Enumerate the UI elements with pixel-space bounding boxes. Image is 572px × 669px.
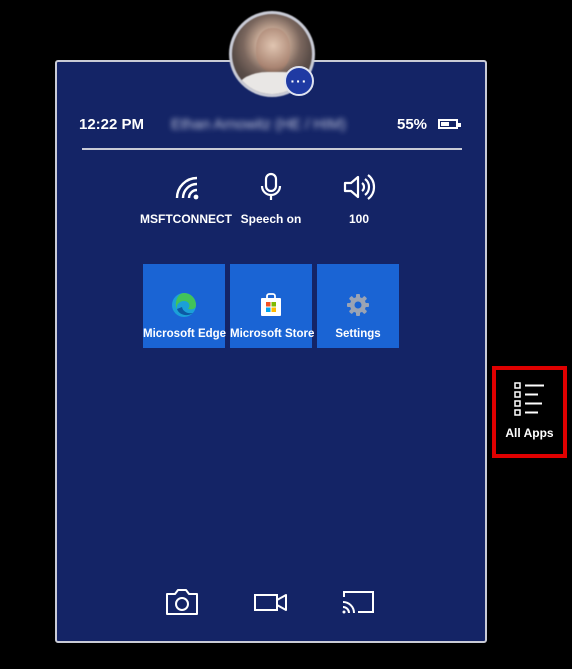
wifi-icon <box>175 176 199 200</box>
cast-button[interactable] <box>340 588 376 621</box>
camera-icon <box>166 589 198 615</box>
store-icon <box>261 293 281 316</box>
all-apps-label: All Apps <box>505 426 554 440</box>
camera-button[interactable] <box>165 588 199 621</box>
tile-settings-label: Settings <box>335 328 381 340</box>
microphone-icon <box>260 172 282 200</box>
tile-microsoft-store[interactable]: Microsoft Store <box>230 264 315 348</box>
status-bar: 12:22 PM Ethan Arnowitz (HE / HIM) 55% <box>79 116 464 136</box>
tile-microsoft-edge[interactable]: Microsoft Edge <box>143 264 227 348</box>
user-name: Ethan Arnowitz (HE / HIM) <box>171 116 347 133</box>
volume-icon <box>343 174 376 200</box>
battery-percent: 55% <box>397 116 428 133</box>
quick-setting-speech[interactable]: Speech on <box>221 172 321 226</box>
video-button[interactable] <box>253 588 289 621</box>
battery-icon <box>438 119 461 129</box>
tile-microsoft-store-label: Microsoft Store <box>230 328 315 340</box>
cast-icon <box>342 591 374 614</box>
tile-microsoft-edge-label: Microsoft Edge <box>143 328 227 340</box>
all-apps-button[interactable]: All Apps <box>492 366 567 458</box>
all-apps-list-icon <box>514 382 544 416</box>
edge-icon <box>172 293 196 317</box>
clock-time: 12:22 PM <box>79 116 145 133</box>
quick-setting-volume[interactable]: 100 <box>309 172 409 226</box>
gear-icon <box>347 294 369 316</box>
more-options-label: ··· <box>290 73 308 89</box>
video-camera-icon <box>254 594 287 611</box>
tile-settings[interactable]: Settings <box>317 264 399 348</box>
more-options-button[interactable]: ··· <box>284 66 314 96</box>
quick-setting-volume-label: 100 <box>348 212 370 226</box>
quick-setting-speech-label: Speech on <box>240 212 302 226</box>
divider <box>82 148 462 150</box>
